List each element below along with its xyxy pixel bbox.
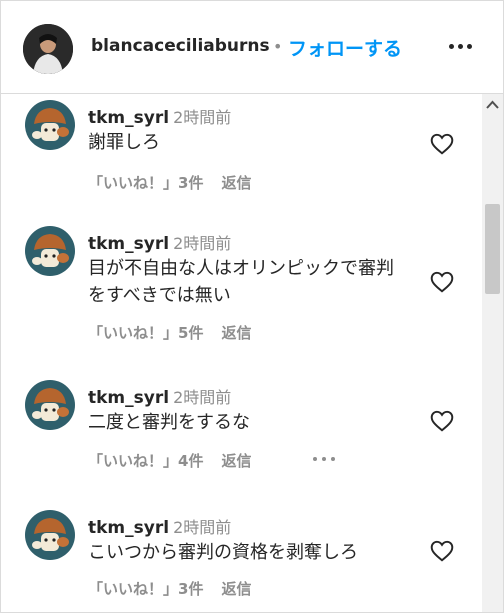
reply-button[interactable]: 返信 bbox=[221, 174, 251, 192]
scrollbar-thumb[interactable] bbox=[485, 204, 500, 294]
mushroom-avatar-icon bbox=[25, 226, 75, 276]
vertical-scrollbar[interactable] bbox=[482, 94, 503, 612]
comment-text: 目が不自由な人はオリンピックで審判をすべきでは無い bbox=[88, 258, 394, 306]
comment-item: tkm_syrl 2時間前 謝罪しろ 「いいね！」3件 返信 bbox=[1, 94, 481, 214]
mushroom-avatar-icon bbox=[25, 380, 75, 430]
heart-icon[interactable] bbox=[428, 131, 456, 157]
commenter-avatar[interactable] bbox=[25, 380, 75, 430]
post-comments-panel: blancaceciliaburns • フォローする tkm_syrl 2時間前 bbox=[0, 0, 504, 613]
comment-username-line: tkm_syrl 2時間前 bbox=[88, 104, 231, 128]
comment-username[interactable]: tkm_syrl bbox=[88, 108, 169, 128]
comment-username[interactable]: tkm_syrl bbox=[88, 234, 169, 254]
comment-item: tkm_syrl 2時間前 こいつから審判の資格を剥奪しろ 「いいね！」3件 返信 bbox=[1, 504, 481, 612]
mushroom-avatar-icon bbox=[25, 100, 75, 150]
reply-button[interactable]: 返信 bbox=[221, 452, 251, 470]
mushroom-avatar-icon bbox=[25, 510, 75, 560]
comment-text: 二度と審判をするな bbox=[88, 412, 250, 433]
reply-button[interactable]: 返信 bbox=[221, 580, 251, 598]
comment-item: tkm_syrl 2時間前 二度と審判をするな 「いいね！」4件 返信 bbox=[1, 374, 481, 494]
comment-list: tkm_syrl 2時間前 謝罪しろ 「いいね！」3件 返信 tkm_syrl … bbox=[1, 94, 481, 612]
follow-button[interactable]: フォローする bbox=[288, 34, 402, 61]
comment-username[interactable]: tkm_syrl bbox=[88, 518, 169, 538]
heart-icon[interactable] bbox=[428, 538, 456, 564]
scroll-up-arrow-icon[interactable] bbox=[482, 94, 503, 116]
comment-item: tkm_syrl 2時間前 目が不自由な人はオリンピックで審判をすべきでは無い 「… bbox=[1, 220, 481, 370]
comment-username-line: tkm_syrl 2時間前 bbox=[88, 514, 231, 538]
comment-time: 2時間前 bbox=[173, 108, 232, 127]
heart-icon[interactable] bbox=[428, 269, 456, 295]
comment-time: 2時間前 bbox=[173, 388, 232, 407]
commenter-avatar[interactable] bbox=[25, 510, 75, 560]
comment-meta: 「いいね！」3件 返信 bbox=[88, 578, 251, 599]
separator-dot: • bbox=[273, 37, 283, 56]
commenter-avatar[interactable] bbox=[25, 226, 75, 276]
like-count[interactable]: 「いいね！」5件 bbox=[88, 324, 203, 342]
comment-username[interactable]: tkm_syrl bbox=[88, 388, 169, 408]
comment-meta: 「いいね！」3件 返信 bbox=[88, 172, 251, 193]
profile-avatar[interactable] bbox=[23, 24, 73, 74]
like-count[interactable]: 「いいね！」4件 bbox=[88, 452, 203, 470]
reply-button[interactable]: 返信 bbox=[221, 324, 251, 342]
like-count[interactable]: 「いいね！」3件 bbox=[88, 174, 203, 192]
comment-text: こいつから審判の資格を剥奪しろ bbox=[88, 542, 358, 563]
comment-options-icon[interactable] bbox=[311, 454, 339, 464]
post-header: blancaceciliaburns • フォローする bbox=[1, 1, 503, 94]
profile-photo bbox=[23, 24, 73, 74]
comment-username-line: tkm_syrl 2時間前 bbox=[88, 230, 231, 254]
more-options-icon[interactable] bbox=[447, 33, 475, 59]
commenter-avatar[interactable] bbox=[25, 100, 75, 150]
comment-meta: 「いいね！」5件 返信 bbox=[88, 322, 251, 343]
comment-time: 2時間前 bbox=[173, 234, 232, 253]
like-count[interactable]: 「いいね！」3件 bbox=[88, 580, 203, 598]
comment-username-line: tkm_syrl 2時間前 bbox=[88, 384, 231, 408]
heart-icon[interactable] bbox=[428, 408, 456, 434]
post-author-username[interactable]: blancaceciliaburns bbox=[91, 36, 270, 56]
comment-meta: 「いいね！」4件 返信 bbox=[88, 450, 251, 471]
comment-time: 2時間前 bbox=[173, 518, 232, 537]
comment-text: 謝罪しろ bbox=[88, 132, 160, 153]
